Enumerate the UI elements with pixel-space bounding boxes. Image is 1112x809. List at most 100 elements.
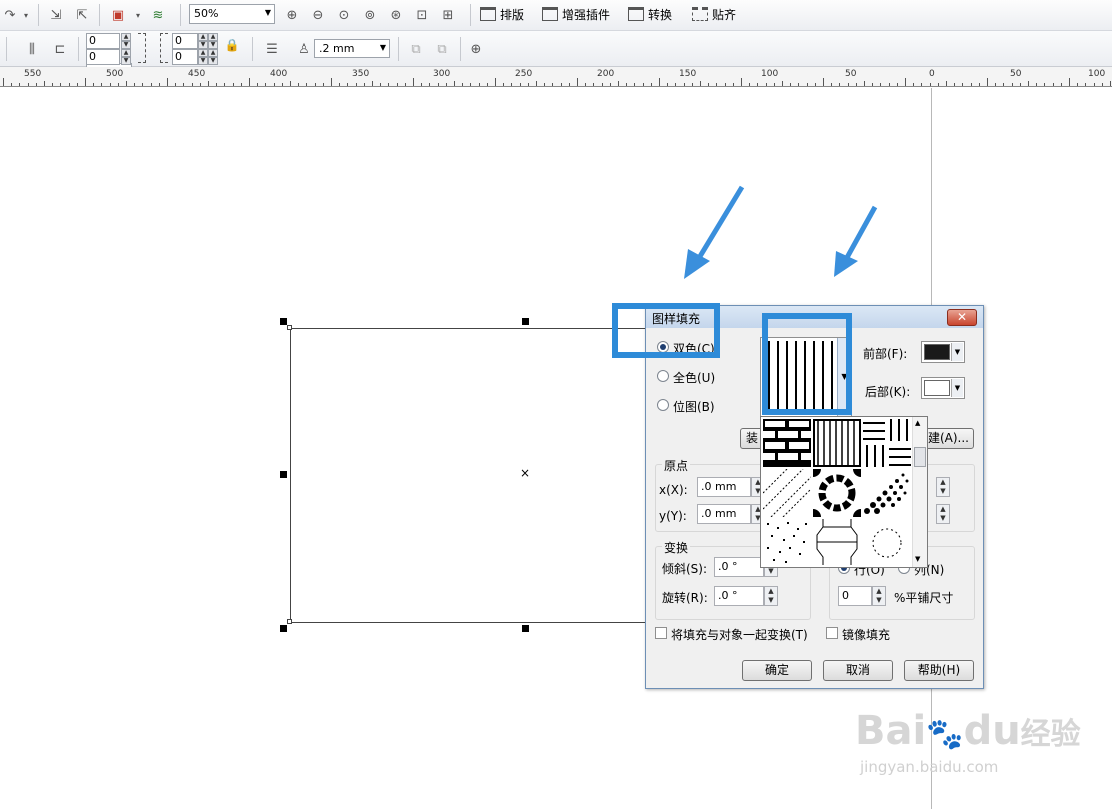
- application-launcher-icon[interactable]: ▣: [108, 5, 128, 25]
- zoom-in-icon[interactable]: ⊕: [282, 5, 302, 25]
- skew-input[interactable]: .0 °: [714, 557, 764, 577]
- close-button[interactable]: ✕: [947, 309, 977, 326]
- ruler-tick: [954, 83, 956, 86]
- spin-down-icon[interactable]: ▼: [121, 41, 131, 49]
- zoom-height-icon[interactable]: ⊞: [438, 5, 458, 25]
- selection-handle[interactable]: [280, 471, 287, 478]
- pos-y2-field[interactable]: 0: [172, 49, 198, 65]
- ruler-tick: [905, 78, 906, 86]
- snap-icon: [692, 7, 708, 21]
- menu-snap[interactable]: 贴齐: [692, 4, 736, 24]
- to-front-icon[interactable]: ⧉: [406, 39, 426, 59]
- ruler-tick: [691, 83, 693, 86]
- pattern-option-dotted-diagonal[interactable]: [763, 469, 811, 517]
- spin-up-icon[interactable]: ▲: [208, 49, 218, 57]
- rotate-input[interactable]: .0 °: [714, 586, 764, 606]
- origin-group-label: 原点: [662, 457, 691, 474]
- pattern-option-grid-lines[interactable]: [863, 419, 911, 467]
- export-icon[interactable]: ⇱: [72, 5, 92, 25]
- rotate-spinner[interactable]: ▲ ▼: [764, 586, 778, 606]
- ruler-tick: [199, 83, 201, 86]
- ruler-tick: [929, 83, 931, 86]
- spin-up-icon[interactable]: ▲: [198, 33, 208, 41]
- pos-x2-field[interactable]: 0: [172, 33, 198, 49]
- zoom-level-select[interactable]: 50% ▼: [189, 4, 275, 24]
- zoom-width-icon[interactable]: ⊡: [412, 5, 432, 25]
- wrap-text-icon[interactable]: ☰: [262, 39, 282, 59]
- pattern-option-scatter-dots[interactable]: [763, 519, 811, 565]
- corner-node[interactable]: [287, 325, 292, 330]
- width-spinner[interactable]: ▲ ▼: [936, 477, 950, 497]
- to-back-icon[interactable]: ⧉: [432, 39, 452, 59]
- menu-plugins[interactable]: 增强插件: [542, 4, 610, 24]
- pattern-option-dotted-circle[interactable]: [863, 519, 911, 565]
- spin-down-icon[interactable]: ▼: [208, 57, 218, 65]
- redo-dropdown-icon[interactable]: ▾: [16, 5, 36, 25]
- pattern-option-halftone-diagonal[interactable]: [863, 469, 911, 517]
- convert-to-curves-icon[interactable]: ⊕: [466, 39, 486, 59]
- radio-full-color[interactable]: [657, 370, 669, 382]
- pattern-option-rings[interactable]: [813, 469, 861, 517]
- spin-down-icon[interactable]: ▼: [208, 41, 218, 49]
- y-input[interactable]: .0 mm: [697, 504, 751, 524]
- pos-x1-field[interactable]: 0: [86, 33, 120, 49]
- ruler-tick: [987, 78, 988, 86]
- ruler-tick: [642, 83, 644, 86]
- ok-button[interactable]: 确定: [742, 660, 812, 681]
- tile-size-input[interactable]: 0: [838, 586, 872, 606]
- pattern-option-brick[interactable]: [763, 419, 811, 467]
- scrollbar-thumb[interactable]: [914, 447, 926, 467]
- pattern-option-bolts[interactable]: [813, 519, 861, 565]
- selection-handle[interactable]: [522, 625, 529, 632]
- spin-up-icon[interactable]: ▲: [198, 49, 208, 57]
- lock-icon[interactable]: 🔒: [222, 35, 242, 55]
- back-color-picker[interactable]: ▼: [921, 377, 965, 399]
- chevron-down-icon[interactable]: ▼: [915, 555, 920, 563]
- corner-node[interactable]: [287, 619, 292, 624]
- front-color-picker[interactable]: ▼: [921, 341, 965, 363]
- zoom-all-icon[interactable]: ⊚: [360, 5, 380, 25]
- height-spinner[interactable]: ▲ ▼: [936, 504, 950, 524]
- outline-width-select[interactable]: .2 mm ▼: [314, 39, 390, 58]
- options-icon[interactable]: ≋: [148, 5, 168, 25]
- transform-with-object-checkbox[interactable]: [655, 627, 667, 639]
- x-input[interactable]: .0 mm: [697, 477, 751, 497]
- cancel-button[interactable]: 取消: [823, 660, 893, 681]
- chevron-up-icon[interactable]: ▲: [915, 419, 920, 427]
- pos-y1-field[interactable]: 0: [86, 49, 120, 65]
- help-button[interactable]: 帮助(H): [904, 660, 974, 681]
- watermark-url: jingyan.baidu.com: [860, 758, 999, 776]
- ruler-tick: [946, 81, 947, 86]
- selection-handle[interactable]: [280, 625, 287, 632]
- pattern-option-vertical-lines[interactable]: [813, 419, 861, 467]
- menu-convert[interactable]: 转换: [628, 4, 672, 24]
- spin-down-icon[interactable]: ▼: [198, 41, 208, 49]
- horizontal-ruler[interactable]: 550 500 450 400 350 300 250 200 150 100 …: [0, 67, 1112, 87]
- zoom-out-icon[interactable]: ⊖: [308, 5, 328, 25]
- pattern-list-scrollbar[interactable]: ▲ ▼: [912, 417, 927, 567]
- rectangle-object[interactable]: [290, 328, 650, 623]
- ruler-label: 100: [1088, 69, 1106, 79]
- selection-handle[interactable]: [522, 318, 529, 325]
- spin-up-icon[interactable]: ▲: [208, 33, 218, 41]
- radio-bitmap[interactable]: [657, 399, 669, 411]
- ruler-tick: [1101, 83, 1103, 86]
- zoom-page-icon[interactable]: ⊛: [386, 5, 406, 25]
- import-icon[interactable]: ⇲: [46, 5, 66, 25]
- outline-pen-icon[interactable]: ♙: [294, 39, 314, 59]
- mirror-fill-label: 镜像填充: [842, 628, 891, 642]
- align-icon[interactable]: ⫼: [22, 39, 42, 59]
- mirror-fill-checkbox[interactable]: [826, 627, 838, 639]
- pattern-dropdown-list[interactable]: ▲ ▼: [760, 416, 928, 568]
- spin-up-icon[interactable]: ▲: [121, 33, 131, 41]
- distribute-icon[interactable]: ⊏: [50, 39, 70, 59]
- ruler-tick: [634, 83, 636, 86]
- selection-handle[interactable]: [280, 318, 287, 325]
- spin-down-icon[interactable]: ▼: [121, 57, 131, 65]
- menu-layout[interactable]: 排版: [480, 4, 524, 24]
- spin-down-icon[interactable]: ▼: [198, 57, 208, 65]
- launcher-dropdown-icon[interactable]: ▾: [128, 5, 148, 25]
- zoom-selected-icon[interactable]: ⊙: [334, 5, 354, 25]
- tile-spinner[interactable]: ▲ ▼: [872, 586, 886, 606]
- spin-up-icon[interactable]: ▲: [121, 49, 131, 57]
